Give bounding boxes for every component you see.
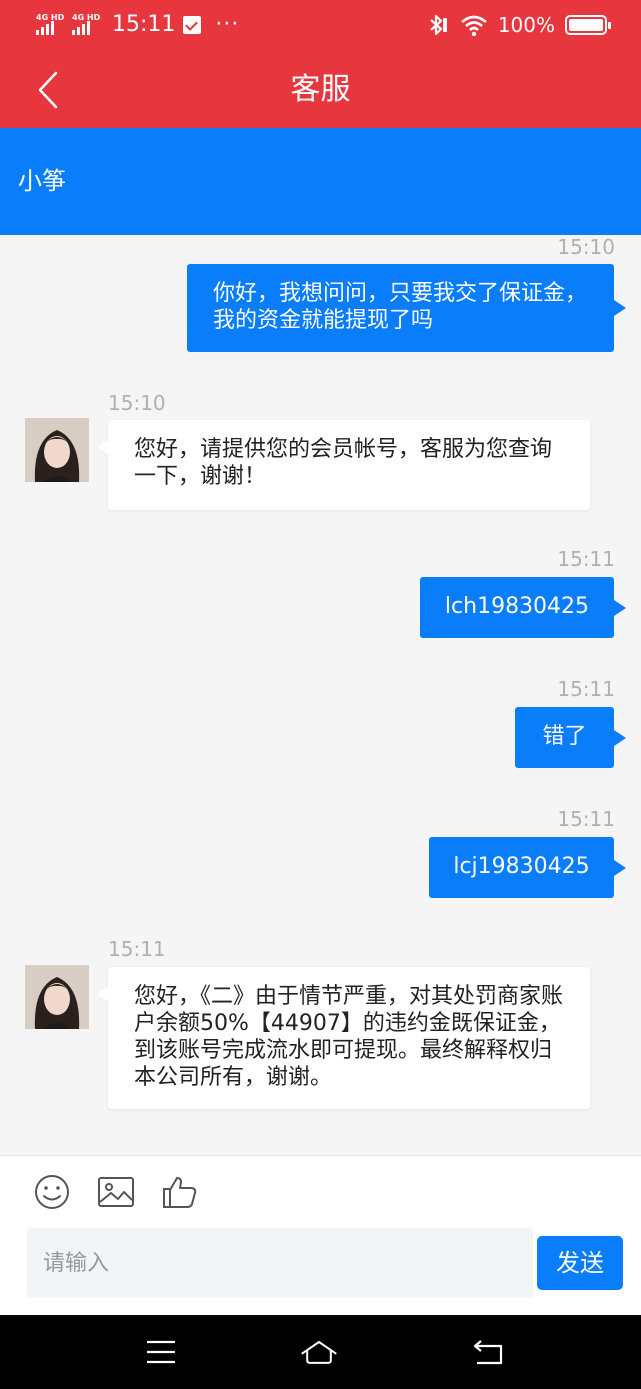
wifi-icon: [460, 15, 487, 37]
image-button[interactable]: [96, 1172, 136, 1212]
message-timestamp: 15:11: [557, 547, 615, 571]
system-navigation-bar: [0, 1315, 641, 1389]
more-notifications: ···: [215, 12, 240, 37]
agent-name: 小筝: [18, 167, 66, 195]
thumbs-up-button[interactable]: [160, 1172, 200, 1212]
message-bubble-incoming: 您好，请提供您的会员帐号，客服为您查询一下，谢谢！: [97, 420, 590, 510]
menu-icon: [147, 1340, 175, 1364]
message-timestamp: 15:11: [108, 937, 166, 961]
navigation-bar: 客服: [0, 52, 641, 128]
bluetooth-icon: [430, 14, 447, 36]
status-time: 15:11: [112, 12, 176, 37]
status-left: 4G HD 4G HD 15:11 ···: [36, 10, 239, 40]
signal-icon: 4G HD: [36, 13, 66, 37]
send-button[interactable]: 发送: [537, 1236, 623, 1290]
battery-icon: [565, 15, 611, 35]
image-icon: [98, 1177, 134, 1207]
message-bubble-outgoing: 你好，我想问问，只要我交了保证金，我的资金就能提现了吗: [187, 264, 626, 352]
message-bubble-outgoing: lcj19830425: [429, 837, 626, 898]
message-bubble-incoming: 您好，《二》由于情节严重，对其处罚商家账户余额50%【44907】的违约金既保证…: [97, 967, 590, 1109]
message-timestamp: 15:11: [557, 677, 615, 701]
chat-area[interactable]: 15:10 你好，我想问问，只要我交了保证金，我的资金就能提现了吗 15:10 …: [0, 235, 641, 1155]
message-timestamp: 15:11: [557, 807, 615, 831]
agent-header: 小筝: [0, 128, 641, 235]
check-notification-icon: [183, 16, 202, 34]
home-button[interactable]: [299, 1335, 339, 1369]
signal-icon: 4G HD: [72, 13, 102, 37]
message-bubble-outgoing: 错了: [515, 707, 626, 768]
message-timestamp: 15:10: [557, 235, 615, 259]
page-title: 客服: [290, 72, 351, 107]
thumbs-up-icon: [163, 1177, 197, 1208]
status-right: 100%: [424, 10, 611, 40]
agent-avatar: [25, 965, 89, 1029]
emoji-button[interactable]: [32, 1172, 72, 1212]
message-timestamp: 15:10: [108, 391, 166, 415]
menu-button[interactable]: [141, 1335, 181, 1369]
back-system-button[interactable]: [469, 1335, 509, 1369]
battery-percentage: 100%: [497, 13, 555, 37]
message-bubble-outgoing: lch19830425: [420, 577, 626, 638]
status-bar: 4G HD 4G HD 15:11 ··· 100%: [0, 0, 641, 52]
emoji-icon: [35, 1175, 69, 1209]
input-toolbar: 发送: [0, 1155, 641, 1315]
back-arrow-icon: [473, 1340, 503, 1365]
home-icon: [301, 1341, 337, 1364]
agent-avatar: [25, 418, 89, 482]
message-input[interactable]: [27, 1228, 533, 1298]
